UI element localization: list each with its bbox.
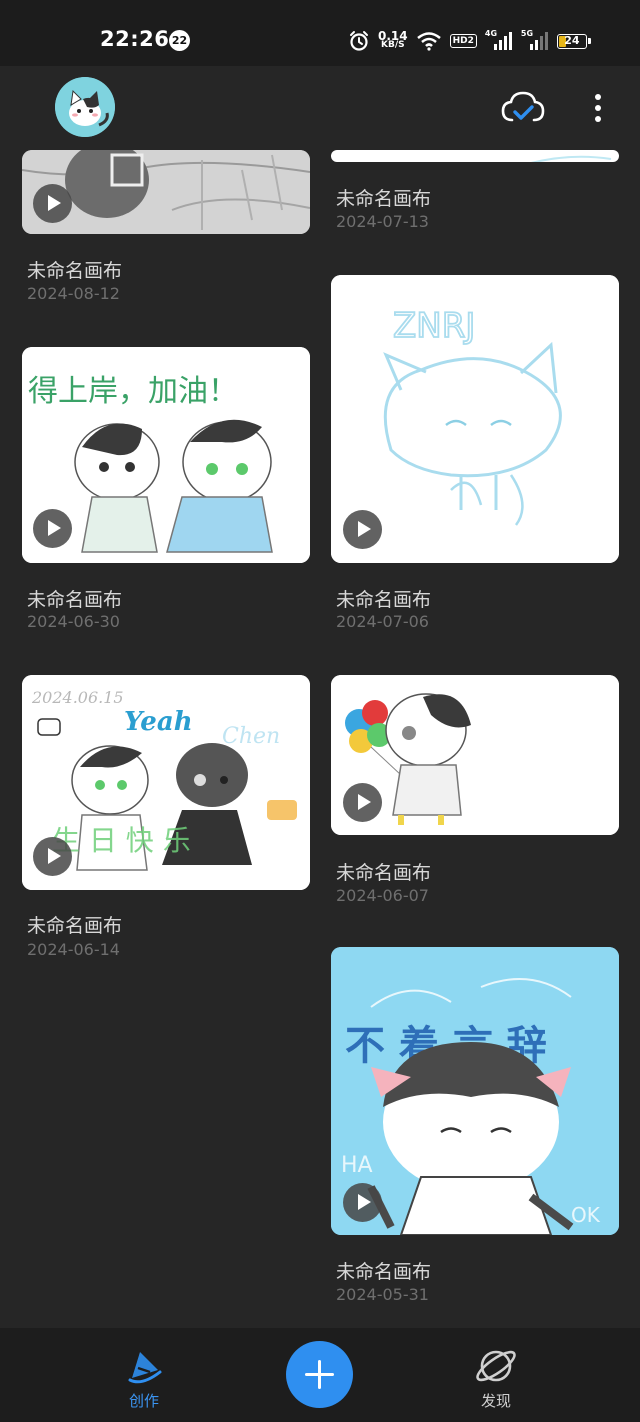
canvas-date: 2024-07-06: [336, 612, 429, 631]
canvas-title: 未命名画布: [27, 589, 123, 611]
canvas-thumbnail[interactable]: 2024.06.15 Yeah Chen 生 日 快 乐: [22, 675, 310, 890]
play-button[interactable]: [343, 1183, 382, 1222]
canvas-date: 2024-06-30: [27, 612, 120, 631]
canvas-card[interactable]: 未命名画布 2024-07-13: [331, 150, 619, 240]
canvas-thumbnail[interactable]: ZNRJ: [331, 275, 619, 563]
clock: 22:26: [100, 27, 170, 51]
signal-4g-icon: 4G: [485, 29, 513, 50]
create-icon: [128, 1352, 162, 1384]
canvas-thumbnail[interactable]: [331, 150, 619, 162]
cloud-sync-button[interactable]: [500, 88, 546, 128]
hd-icon: HD2: [449, 34, 477, 48]
play-button[interactable]: [343, 510, 382, 549]
canvas-grid: 未命名画布 2024-08-12 未命名画布 2024-07-13 得上岸，加油…: [0, 150, 640, 1328]
svg-text:HA: HA: [341, 1153, 373, 1178]
canvas-title: 未命名画布: [336, 188, 432, 210]
bottom-nav: 创作 发现: [0, 1328, 640, 1422]
play-button[interactable]: [343, 783, 382, 822]
canvas-thumbnail[interactable]: [22, 150, 310, 234]
thumb-caption: 得上岸，加油！: [28, 374, 238, 409]
canvas-thumbnail[interactable]: 不 着 言 辞 HA OK: [331, 947, 619, 1235]
notification-badge: 22: [169, 30, 190, 51]
nav-discover-label: 发现: [480, 1392, 511, 1410]
canvas-card[interactable]: 未命名画布 2024-06-07: [331, 675, 619, 907]
status-icons: 0.14 KB/S HD2 4G 5G 24: [348, 28, 591, 54]
play-button[interactable]: [33, 184, 72, 223]
thumb-date-text: 2024.06.15: [31, 688, 124, 707]
canvas-date: 2024-06-14: [27, 940, 120, 959]
cloud-sync-icon: [501, 91, 545, 122]
thumb-caption: ZNRJ: [393, 306, 475, 346]
canvas-title: 未命名画布: [27, 260, 123, 282]
canvas-date: 2024-08-12: [27, 284, 120, 303]
play-button[interactable]: [33, 509, 72, 548]
canvas-card[interactable]: 得上岸，加油！ 未命名画布 2024-06-30: [22, 347, 310, 637]
status-bar: 22:26 22 0.14 KB/S HD2 4G 5G 24: [0, 0, 640, 66]
canvas-thumbnail[interactable]: 得上岸，加油！: [22, 347, 310, 563]
thumb-signature: Chen: [222, 724, 280, 749]
nav-create-tab[interactable]: 创作: [112, 1346, 176, 1410]
canvas-date: 2024-05-31: [336, 1285, 429, 1304]
net-speed: 0.14 KB/S: [378, 29, 408, 50]
canvas-title: 未命名画布: [336, 1261, 432, 1283]
planet-icon: [476, 1350, 516, 1382]
canvas-card[interactable]: ZNRJ 未命名画布 2024-07-06: [331, 275, 619, 637]
add-canvas-button[interactable]: [286, 1341, 353, 1408]
alarm-icon: [350, 31, 368, 51]
avatar[interactable]: [55, 77, 115, 137]
play-button[interactable]: [33, 837, 72, 876]
canvas-thumbnail[interactable]: [331, 675, 619, 835]
nav-create-label: 创作: [128, 1392, 159, 1410]
canvas-card[interactable]: 未命名画布 2024-08-12: [22, 150, 310, 310]
wifi-icon: [416, 32, 441, 51]
battery-icon: 24: [556, 33, 591, 49]
svg-text:OK: OK: [571, 1203, 601, 1227]
app-header: [0, 66, 640, 150]
more-vert-icon: [595, 94, 601, 122]
more-menu-button[interactable]: [584, 88, 612, 128]
sketch-drawing: [530, 155, 612, 162]
thumb-caption: Yeah: [124, 707, 193, 737]
canvas-title: 未命名画布: [336, 589, 432, 611]
canvas-card[interactable]: 2024.06.15 Yeah Chen 生 日 快 乐 未命名画布 2024-…: [22, 675, 310, 965]
svg-text:生 日 快 乐: 生 日 快 乐: [52, 824, 191, 857]
canvas-title: 未命名画布: [27, 915, 123, 937]
signal-5g-icon: 5G: [521, 29, 549, 50]
canvas-title: 未命名画布: [336, 862, 432, 884]
canvas-card[interactable]: 不 着 言 辞 HA OK 未命名画布 2024-05-31: [331, 947, 619, 1309]
avatar-cat-icon: [55, 77, 115, 137]
canvas-date: 2024-07-13: [336, 212, 429, 231]
nav-discover-tab[interactable]: 发现: [464, 1346, 528, 1410]
canvas-date: 2024-06-07: [336, 886, 429, 905]
